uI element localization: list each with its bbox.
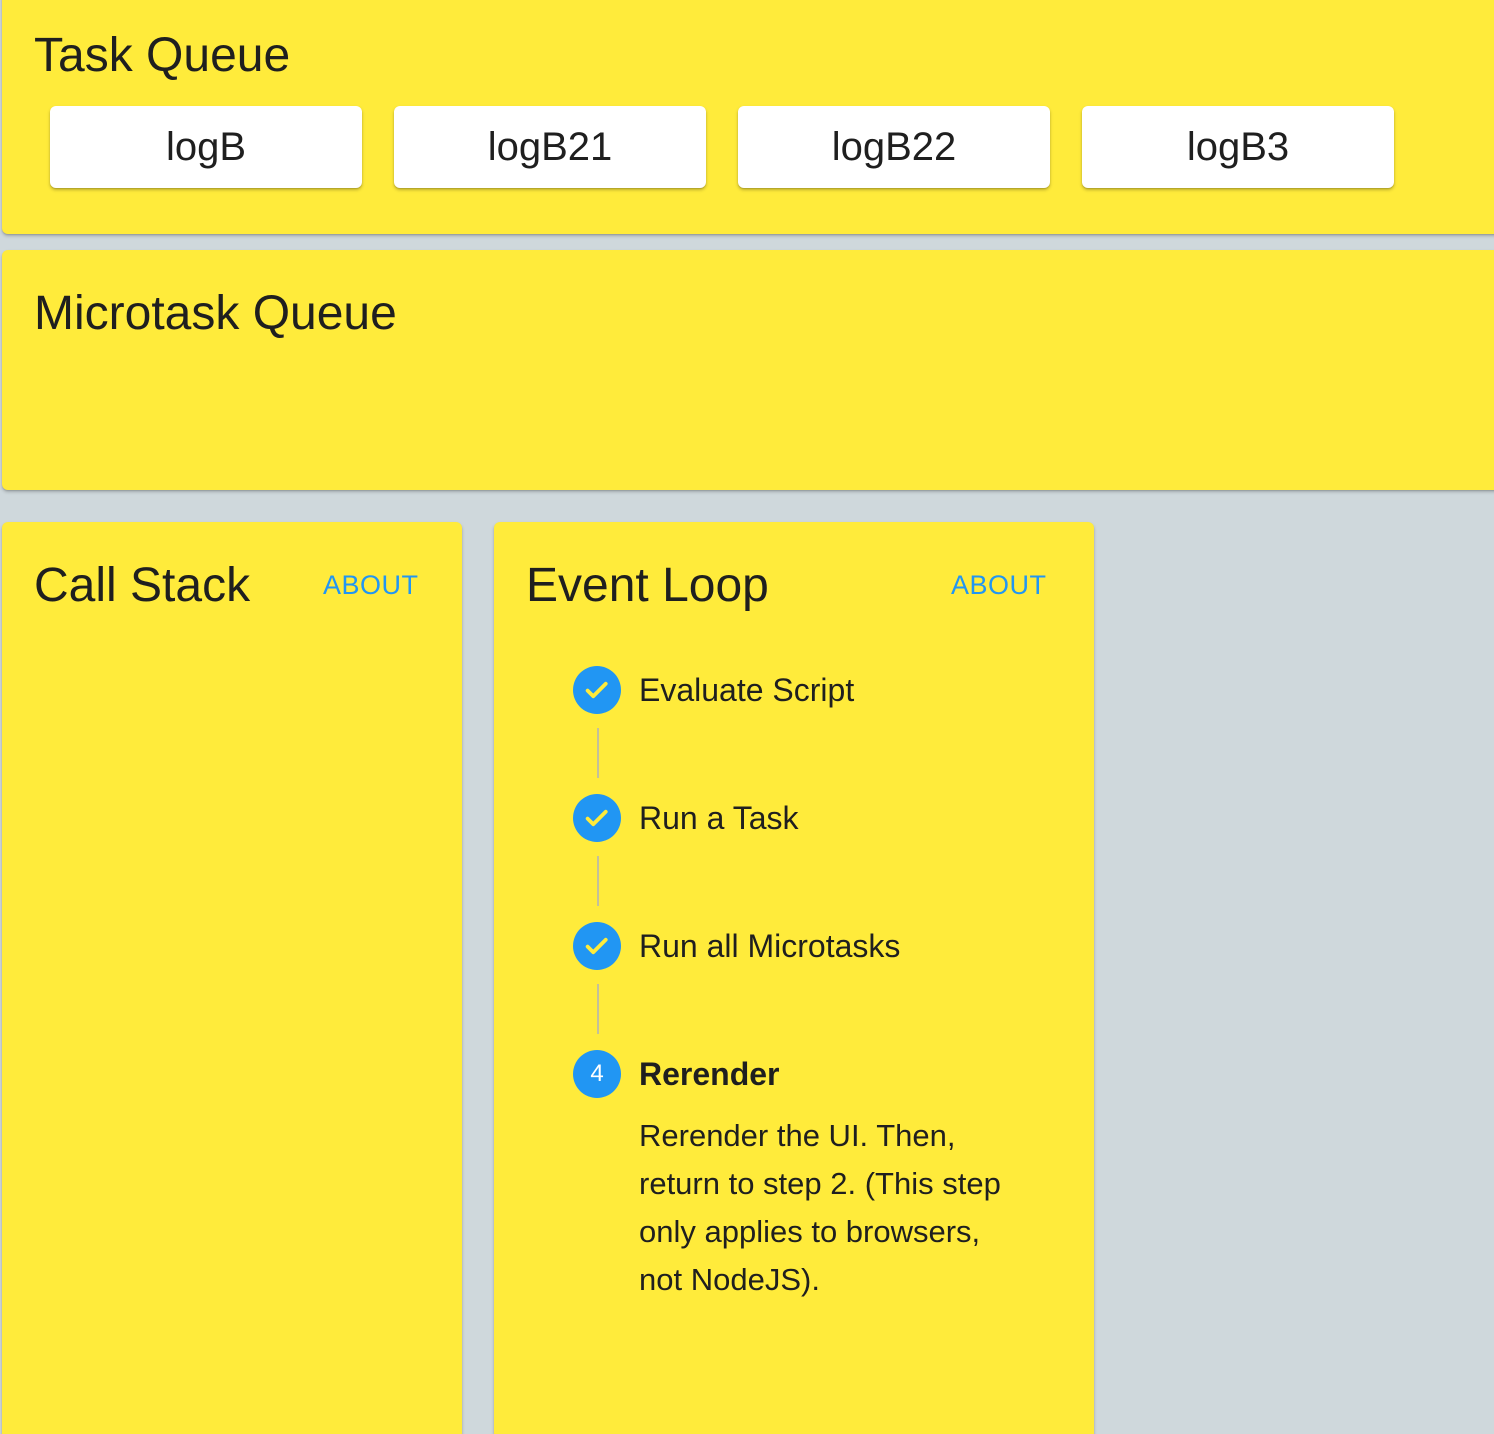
task-chip: logB bbox=[50, 106, 362, 188]
step-rerender: 4 Rerender bbox=[573, 1050, 1073, 1098]
step-connector bbox=[573, 714, 1073, 794]
task-queue-panel: Task Queue logB logB21 logB22 logB3 bbox=[2, 0, 1494, 234]
page: Task Queue logB logB21 logB22 logB3 Micr… bbox=[0, 0, 1494, 1434]
task-queue-title: Task Queue bbox=[34, 29, 291, 82]
event-loop-stepper: Evaluate Script Run a Task Run all Micro… bbox=[573, 666, 1073, 1304]
step-run-all-microtasks: Run all Microtasks bbox=[573, 922, 1073, 970]
call-stack-panel: Call Stack ABOUT bbox=[2, 522, 462, 1434]
microtask-queue-title: Microtask Queue bbox=[34, 287, 397, 340]
step-label: Rerender bbox=[639, 1056, 780, 1092]
task-chip: logB3 bbox=[1082, 106, 1394, 188]
step-number-badge: 4 bbox=[573, 1050, 621, 1098]
step-description: Rerender the UI. Then, return to step 2.… bbox=[639, 1118, 1001, 1297]
step-label: Run all Microtasks bbox=[639, 928, 901, 964]
check-icon bbox=[573, 666, 621, 714]
step-evaluate-script: Evaluate Script bbox=[573, 666, 1073, 714]
task-list: logB logB21 logB22 logB3 bbox=[50, 106, 1394, 188]
event-loop-about-button[interactable]: ABOUT bbox=[951, 568, 1047, 602]
step-run-a-task: Run a Task bbox=[573, 794, 1073, 842]
check-icon bbox=[573, 922, 621, 970]
task-chip: logB22 bbox=[738, 106, 1050, 188]
step-label: Run a Task bbox=[639, 800, 799, 836]
step-connector bbox=[573, 842, 1073, 922]
microtask-queue-panel: Microtask Queue bbox=[2, 250, 1494, 490]
event-loop-panel: Event Loop ABOUT Evaluate Script Run a T… bbox=[494, 522, 1094, 1434]
event-loop-title: Event Loop bbox=[526, 559, 769, 612]
check-icon bbox=[573, 794, 621, 842]
task-chip: logB21 bbox=[394, 106, 706, 188]
step-label: Evaluate Script bbox=[639, 672, 855, 708]
call-stack-about-button[interactable]: ABOUT bbox=[323, 568, 419, 602]
step-connector bbox=[573, 970, 1073, 1050]
call-stack-title: Call Stack bbox=[34, 559, 251, 612]
